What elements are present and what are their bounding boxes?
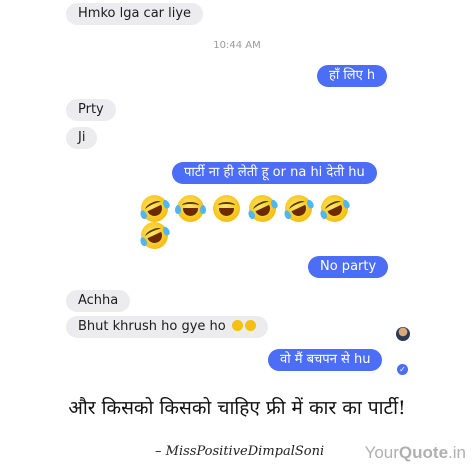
message-text: वो मैं बचपन से hu <box>280 352 371 367</box>
message-text: No party <box>320 259 377 274</box>
message-incoming[interactable]: Prty <box>66 99 116 121</box>
yourquote-logo: YourQuote.in <box>365 443 466 463</box>
message-text: हाँ लिए h <box>329 68 376 83</box>
message-text: Hmko lga car liye <box>78 6 192 21</box>
message-text: Bhut khrush ho gye ho <box>78 319 226 334</box>
message-text: पार्टी ना ही लेती हू or na hi देती hu <box>184 165 365 180</box>
grinning-emoji-icon <box>244 320 256 331</box>
message-outgoing[interactable]: पार्टी ना ही लेती हू or na hi देती hu <box>172 162 377 184</box>
avatar <box>396 327 410 341</box>
laughing-emoji-icon <box>136 217 173 254</box>
message-text: Prty <box>78 102 104 117</box>
message-outgoing[interactable]: No party <box>308 256 389 278</box>
logo-suffix: .in <box>448 443 466 462</box>
laughing-emoji-icon <box>280 190 317 227</box>
message-incoming[interactable]: Achha <box>66 290 131 312</box>
message-incoming[interactable]: Ji <box>66 127 98 149</box>
quote-author: – MissPositiveDimpalSoni <box>155 444 325 459</box>
emoji-reaction-row <box>136 190 353 227</box>
chat-screenshot: Hmko lga car liye 10:44 AM हाँ लिए h Prt… <box>0 0 474 390</box>
laughing-emoji-icon <box>316 190 353 227</box>
message-outgoing[interactable]: वो मैं बचपन से hu <box>268 349 383 371</box>
message-timestamp: 10:44 AM <box>213 40 261 51</box>
quote-text: और किसको किसको चाहिए फ्री में कार का पार… <box>68 397 406 419</box>
message-incoming[interactable]: Hmko lga car liye <box>66 3 204 25</box>
message-incoming[interactable]: Bhut khrush ho gye ho <box>66 316 268 338</box>
grinning-emoji-icon <box>231 320 243 331</box>
laughing-emoji-icon <box>244 190 281 227</box>
logo-prefix: Your <box>364 443 399 462</box>
seen-check-icon: ✓ <box>397 364 408 375</box>
message-outgoing[interactable]: हाँ लिए h <box>317 65 388 87</box>
emoji-reaction-row <box>136 217 173 254</box>
message-text: Achha <box>78 293 119 308</box>
logo-brand: Quote <box>398 443 449 462</box>
grinning-emoji-icon <box>213 195 240 222</box>
laughing-emoji-icon <box>175 195 206 222</box>
message-text: Ji <box>78 130 86 145</box>
